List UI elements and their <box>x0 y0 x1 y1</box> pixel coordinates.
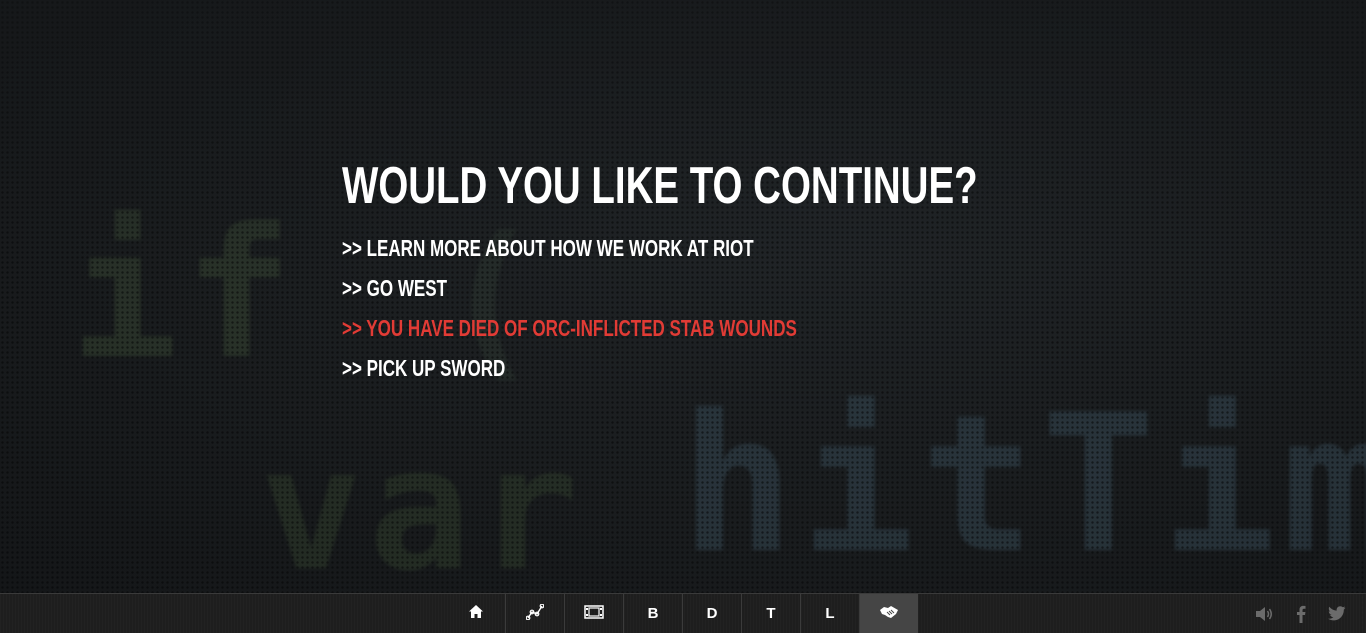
handshake-icon <box>879 604 899 624</box>
nav-d[interactable]: D <box>682 594 741 633</box>
nav-film[interactable] <box>564 594 623 633</box>
home-icon <box>468 604 484 623</box>
film-icon <box>584 604 604 623</box>
volume-icon[interactable] <box>1254 606 1274 622</box>
graph-icon <box>525 603 545 624</box>
footer-social <box>1254 594 1346 633</box>
option-item: >> LEARN MORE ABOUT HOW WE WORK AT RIOT <box>342 228 1042 268</box>
option-go-west[interactable]: >> GO WEST <box>342 268 447 308</box>
twitter-icon[interactable] <box>1328 606 1346 621</box>
footer-bar: B D T L <box>0 593 1366 633</box>
footer-nav: B D T L <box>446 594 918 633</box>
option-list: >> LEARN MORE ABOUT HOW WE WORK AT RIOT … <box>342 228 1042 388</box>
option-item: >> PICK UP SWORD <box>342 348 1042 388</box>
option-item: >> YOU HAVE DIED OF ORC-INFLICTED STAB W… <box>342 308 1042 348</box>
continue-prompt: WOULD YOU LIKE TO CONTINUE? >> LEARN MOR… <box>342 150 1042 388</box>
nav-t[interactable]: T <box>741 594 800 633</box>
option-died[interactable]: >> YOU HAVE DIED OF ORC-INFLICTED STAB W… <box>342 308 797 348</box>
option-pick-up-sword[interactable]: >> PICK UP SWORD <box>342 348 505 388</box>
nav-b[interactable]: B <box>623 594 682 633</box>
nav-handshake[interactable] <box>859 594 918 633</box>
nav-l[interactable]: L <box>800 594 859 633</box>
facebook-icon[interactable] <box>1296 605 1306 623</box>
option-learn-more[interactable]: >> LEARN MORE ABOUT HOW WE WORK AT RIOT <box>342 228 754 268</box>
nav-home[interactable] <box>446 594 505 633</box>
headline: WOULD YOU LIKE TO CONTINUE? <box>342 157 978 215</box>
option-item: >> GO WEST <box>342 268 1042 308</box>
nav-graph[interactable] <box>505 594 564 633</box>
